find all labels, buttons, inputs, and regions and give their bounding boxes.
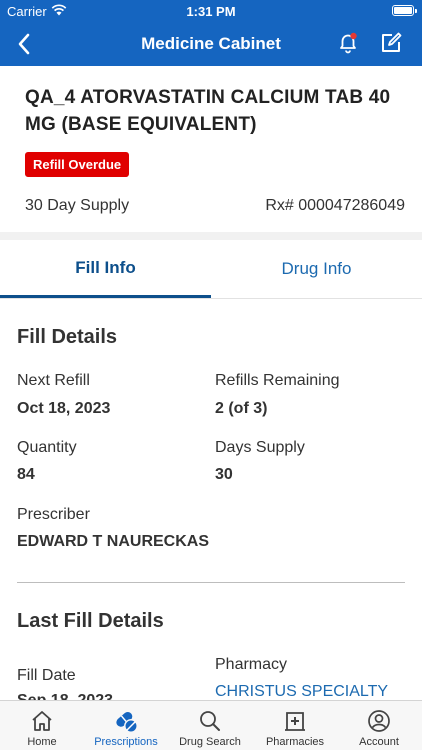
supply-text: 30 Day Supply xyxy=(25,197,130,214)
refills-remaining-value: 2 (of 3) xyxy=(215,400,268,417)
fill-date-label: Fill Date xyxy=(17,667,76,684)
battery-icon xyxy=(392,5,417,16)
tab-prescriptions[interactable]: Prescriptions xyxy=(84,701,168,750)
tab-drug-info[interactable]: Drug Info xyxy=(211,240,422,298)
next-refill-value: Oct 18, 2023 xyxy=(17,400,111,417)
tab-account-label: Account xyxy=(359,736,399,748)
tab-home-label: Home xyxy=(27,736,57,748)
pharmacy-label: Pharmacy xyxy=(215,656,288,673)
bell-icon xyxy=(340,32,357,54)
quantity-label: Quantity xyxy=(17,439,77,456)
tab-pharmacies-label: Pharmacies xyxy=(265,736,325,748)
tab-account[interactable]: Account xyxy=(337,701,421,750)
tab-home[interactable]: Home xyxy=(0,701,84,750)
tab-pharmacies[interactable]: Pharmacies xyxy=(253,701,337,750)
status-badge: Refill Overdue xyxy=(25,152,130,177)
prescriber-value: EDWARD T NAURECKAS xyxy=(17,533,209,550)
edit-button[interactable] xyxy=(377,29,405,57)
tab-prescriptions-label: Prescriptions xyxy=(94,736,158,748)
home-icon xyxy=(29,708,55,734)
last-fill-details-title: Last Fill Details xyxy=(17,610,164,632)
account-icon xyxy=(366,708,392,734)
quantity-value: 84 xyxy=(17,466,35,483)
pharmacy-icon xyxy=(282,708,308,734)
drug-header: QA_4 ATORVASTATIN CALCIUM TAB 40 MG (BAS… xyxy=(0,66,422,232)
section-separator xyxy=(0,232,422,240)
fill-details-title: Fill Details xyxy=(17,326,118,348)
info-tabs: Fill Info Drug Info xyxy=(0,240,422,299)
status-bar: Carrier 1:31 PM xyxy=(0,0,422,22)
notifications-button[interactable] xyxy=(334,29,362,57)
edit-square-icon xyxy=(382,32,402,52)
divider xyxy=(17,582,405,583)
drug-name: QA_4 ATORVASTATIN CALCIUM TAB 40 MG (BAS… xyxy=(25,87,391,135)
next-refill-label: Next Refill xyxy=(17,372,90,389)
nav-bar: Medicine Cabinet xyxy=(0,22,422,66)
tab-drug-search[interactable]: Drug Search xyxy=(168,701,252,750)
bottom-tab-bar: Home Prescriptions Drug Search Pharmacie… xyxy=(0,700,422,750)
status-time: 1:31 PM xyxy=(186,4,236,19)
search-icon xyxy=(197,708,223,734)
rx-number: Rx# 000047286049 xyxy=(265,197,405,214)
tab-fill-info[interactable]: Fill Info xyxy=(0,240,211,298)
tab-drug-search-label: Drug Search xyxy=(179,736,241,748)
days-supply-label: Days Supply xyxy=(215,439,305,456)
prescriber-label: Prescriber xyxy=(17,506,90,523)
pills-icon xyxy=(113,708,139,734)
refills-remaining-label: Refills Remaining xyxy=(215,372,340,389)
pharmacy-link[interactable]: CHRISTUS SPECIALTY xyxy=(215,683,388,701)
days-supply-value: 30 xyxy=(215,466,233,483)
